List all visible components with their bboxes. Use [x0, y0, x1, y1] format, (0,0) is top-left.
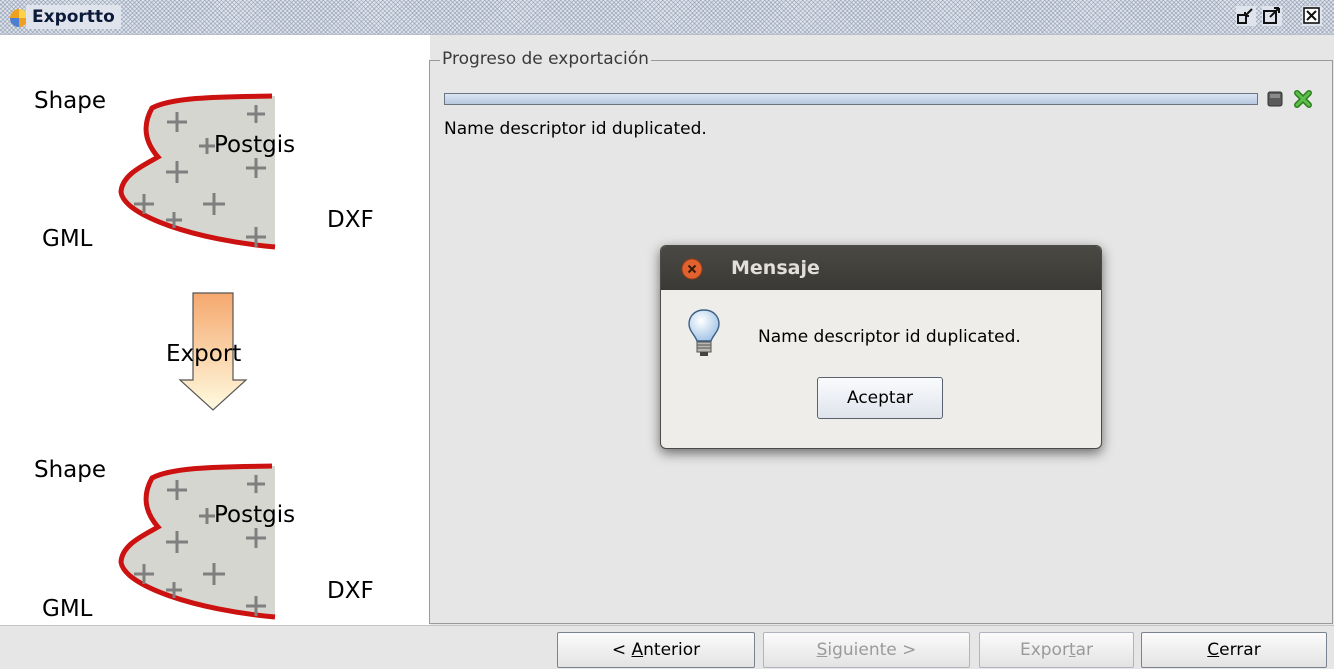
- shape-diagram-top: Shape Postgis GML DXF: [34, 88, 374, 252]
- gml-label: GML: [42, 596, 93, 622]
- close-icon[interactable]: [1302, 6, 1322, 26]
- cancel-icon[interactable]: [1292, 88, 1314, 110]
- postgis-label: Postgis: [214, 502, 295, 528]
- accept-button[interactable]: Aceptar: [817, 377, 943, 419]
- close-button[interactable]: Cerrar: [1141, 632, 1327, 668]
- progress-fill: [445, 94, 1257, 104]
- dxf-label: DXF: [327, 207, 374, 233]
- postgis-label: Postgis: [214, 132, 295, 158]
- stop-icon[interactable]: [1266, 90, 1284, 108]
- message-dialog: Mensaje Name descriptor id duplicated. A…: [660, 245, 1102, 449]
- shape-diagram-bottom: Shape Postgis GML DXF: [34, 457, 374, 622]
- export-label: Export: [166, 341, 241, 367]
- status-text: Name descriptor id duplicated.: [444, 119, 707, 139]
- group-title: Progreso de exportación: [440, 48, 651, 70]
- dialog-title: Mensaje: [731, 257, 820, 279]
- dxf-label: DXF: [327, 578, 374, 604]
- export-illustration: Shape Postgis GML DXF Export Shape Postg…: [0, 35, 430, 625]
- window-title: Exportto: [26, 5, 121, 29]
- dialog-message: Name descriptor id duplicated.: [758, 327, 1021, 347]
- maximize-icon[interactable]: [1262, 6, 1282, 26]
- export-button[interactable]: Exportar: [979, 632, 1134, 668]
- shape-label: Shape: [34, 457, 106, 483]
- dialog-titlebar[interactable]: Mensaje: [661, 246, 1101, 290]
- window-titlebar[interactable]: Exportto: [0, 0, 1334, 35]
- lightbulb-icon: [688, 309, 720, 356]
- previous-button[interactable]: < Anterior: [557, 632, 755, 668]
- progress-bar: [444, 93, 1258, 105]
- dialog-close-icon[interactable]: [681, 258, 703, 280]
- gml-label: GML: [42, 226, 93, 252]
- shape-label: Shape: [34, 88, 106, 114]
- minimize-icon[interactable]: [1236, 6, 1256, 26]
- next-button[interactable]: Siguiente >: [763, 632, 970, 668]
